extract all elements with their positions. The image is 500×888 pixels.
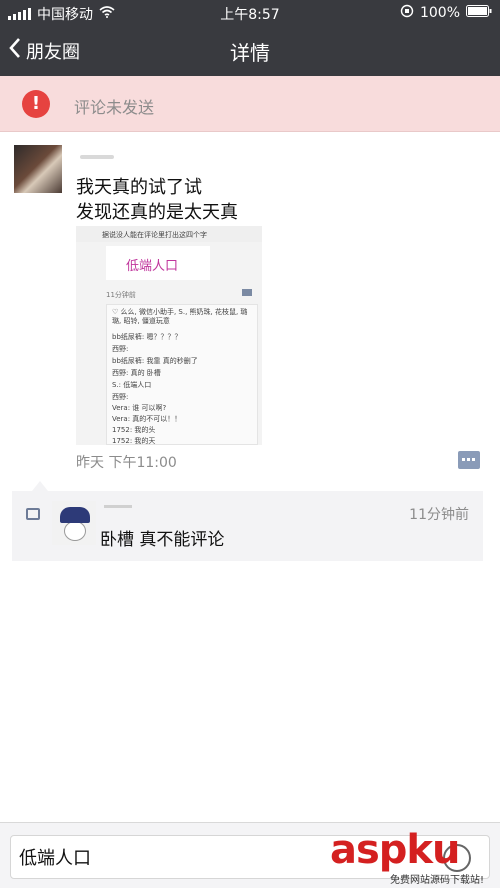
lock-rotation-icon xyxy=(400,4,414,22)
post-text: 我天真的试了试 发现还真的是太天真 xyxy=(76,175,238,225)
watermark-logo: aspku xyxy=(330,827,461,873)
commenter-name[interactable] xyxy=(104,501,144,509)
image-comment-line: S.: 低端人口 xyxy=(112,381,152,389)
watermark-tagline: 免费网站源码下载站! xyxy=(390,875,485,886)
image-comment-line: bb纸尿裤: 嗯？？？？ xyxy=(112,333,182,341)
comment-time: 11分钟前 xyxy=(409,507,469,523)
post-time: 昨天 下午11:00 xyxy=(76,455,177,471)
image-comment-line: 西野: xyxy=(112,345,129,353)
image-comment-line: bb纸尿裤: 我靠 真的秒删了 xyxy=(112,357,198,365)
nav-bar: 朋友圈 详情 xyxy=(0,26,500,76)
exclamation-icon: ! xyxy=(22,90,50,118)
post-text-line-1: 我天真的试了试 xyxy=(76,177,202,198)
image-card-text: 低端人口 xyxy=(126,259,179,274)
watermark: aspku 免费网站源码下载站! xyxy=(330,827,498,887)
image-comment-line: 西野: xyxy=(112,393,129,401)
comment-text[interactable]: 卧槽 真不能评论 xyxy=(100,525,224,550)
page-title: 详情 xyxy=(230,41,270,65)
more-actions-button[interactable] xyxy=(458,451,480,469)
image-comment-line: 1752: 我的头 xyxy=(112,426,156,434)
image-comment-line: Vera: 谁 可以啊? xyxy=(112,404,167,412)
image-comment-line: 1752: 我的天 xyxy=(112,437,156,445)
comment-section: 11分钟前 卧槽 真不能评论 xyxy=(12,481,483,561)
image-likes: ♡ 么么, 微信小助手, S., 熊奶珠, 花枝鼠, 璐璐, 昭铃, 僵道玩意 xyxy=(112,308,248,325)
image-comment-dots-icon xyxy=(242,289,252,296)
image-header-text: 据说没人能在评论里打出这四个字 xyxy=(102,231,207,239)
send-failed-banner[interactable]: ! 评论未发送 xyxy=(0,76,500,132)
comment-input-bar: aspku 免费网站源码下载站! xyxy=(0,822,500,888)
comment-icon xyxy=(26,508,40,520)
image-comment-line: Vera: 真的不可以！！ xyxy=(112,415,182,423)
image-time: 11分钟前 xyxy=(106,291,136,299)
status-bar: 中国移动 上午8:57 100% xyxy=(0,0,500,26)
commenter-avatar[interactable] xyxy=(52,501,96,545)
post-image[interactable]: 据说没人能在评论里打出这四个字 低端人口 11分钟前 ♡ 么么, 微信小助手, … xyxy=(76,226,262,445)
post-author-avatar[interactable] xyxy=(14,145,62,193)
battery-percent: 100% xyxy=(419,5,460,21)
post-text-line-2: 发现还真的是太天真 xyxy=(76,202,238,223)
battery-icon xyxy=(466,5,492,21)
image-comment-line: 西野: 真的 卧槽 xyxy=(112,369,161,377)
send-failed-text: 评论未发送 xyxy=(74,98,155,117)
post-author-name[interactable] xyxy=(80,150,120,164)
